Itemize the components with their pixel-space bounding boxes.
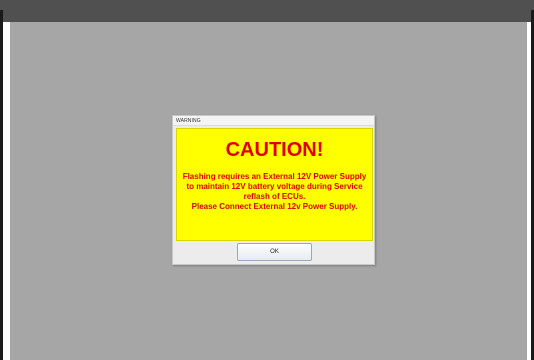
message-line: Please Connect External 12v Power Supply… xyxy=(191,202,358,211)
warning-message: Flashing requires an External 12V Power … xyxy=(177,172,372,212)
message-line: reflash of ECUs. xyxy=(243,192,306,201)
warning-dialog: WARNING CAUTION! Flashing requires an Ex… xyxy=(172,115,375,265)
ok-button[interactable]: OK xyxy=(237,243,312,261)
top-bar xyxy=(0,0,534,22)
screen: WARNING CAUTION! Flashing requires an Ex… xyxy=(0,0,534,360)
warning-panel: CAUTION! Flashing requires an External 1… xyxy=(176,128,373,241)
message-line: to maintain 12V battery voltage during S… xyxy=(186,182,363,191)
dialog-titlebar: WARNING xyxy=(173,116,374,126)
dialog-title: WARNING xyxy=(176,118,201,124)
caution-heading: CAUTION! xyxy=(225,139,324,161)
left-border xyxy=(0,10,3,360)
message-line: Flashing requires an External 12V Power … xyxy=(182,172,367,181)
